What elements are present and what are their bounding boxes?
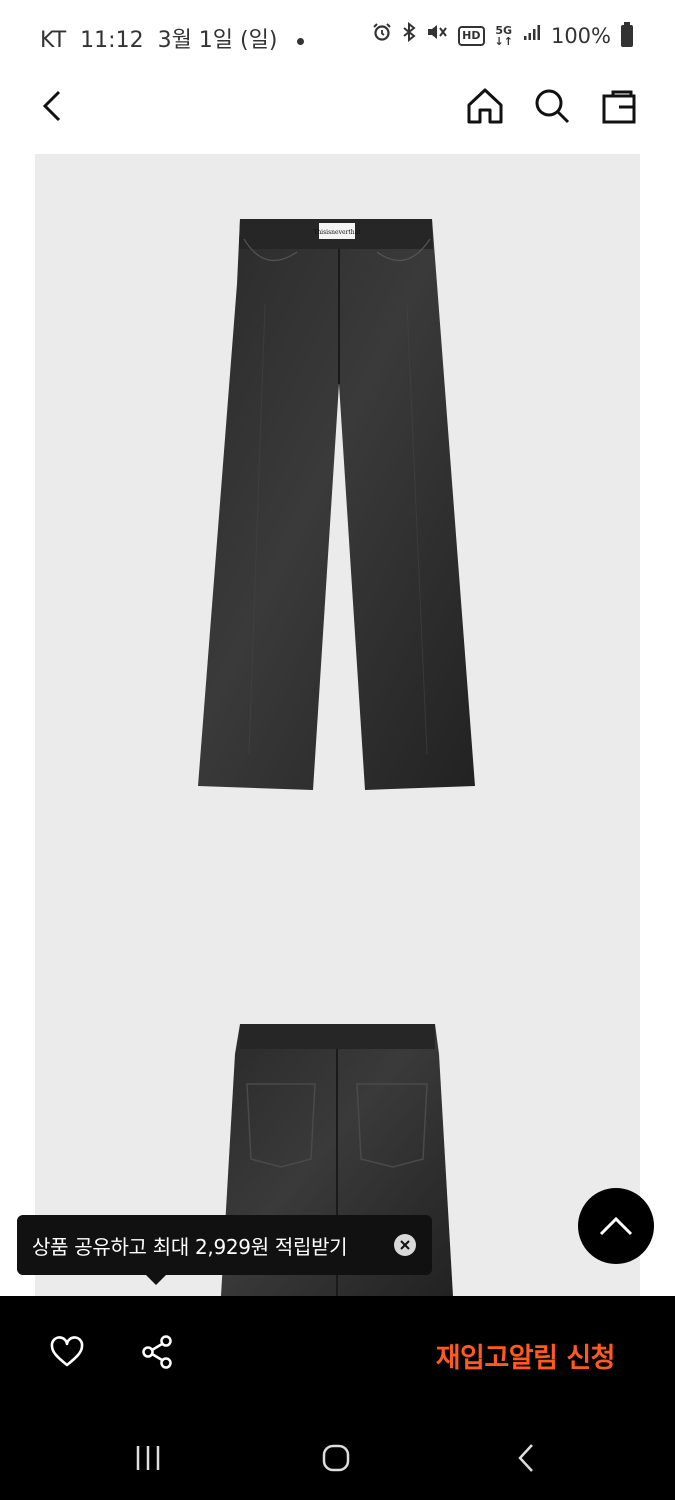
carrier-label: KT (40, 28, 67, 53)
recent-apps-button[interactable] (128, 1438, 168, 1478)
share-reward-tooltip: 상품 공유하고 최대 2,929원 적립받기 (17, 1215, 432, 1285)
nav-back-button[interactable] (506, 1438, 546, 1478)
tooltip-close-button[interactable] (394, 1234, 416, 1256)
signal-icon (523, 23, 541, 48)
5g-icon: 5G ↓↑ (494, 23, 513, 48)
status-right: HD 5G ↓↑ 100% (372, 21, 633, 49)
restock-alert-button[interactable]: 재입고알림 신청 (436, 1336, 616, 1375)
alarm-icon (372, 22, 392, 49)
status-bar: KT 11:12 3월 1일 (일) HD 5G ↓↑ 100% (0, 0, 675, 72)
chevron-up-icon (599, 1216, 633, 1236)
tooltip-arrow (146, 1275, 166, 1285)
bluetooth-icon (402, 21, 416, 49)
back-button[interactable] (30, 84, 74, 128)
nav-back-icon (518, 1444, 533, 1472)
home-button[interactable] (463, 84, 507, 128)
search-icon (535, 89, 570, 124)
heart-icon (50, 1336, 84, 1367)
home-icon (467, 88, 503, 124)
status-left: KT 11:12 3월 1일 (일) (40, 22, 305, 54)
back-icon (42, 90, 61, 122)
tooltip-text: 상품 공유하고 최대 2,929원 적립받기 (32, 1234, 348, 1259)
svg-text:Thisisneverthat: Thisisneverthat (313, 229, 361, 236)
shopping-bag-icon (602, 90, 636, 124)
search-button[interactable] (530, 84, 574, 128)
home-circle-icon (322, 1444, 350, 1472)
product-image-gallery[interactable]: Thisisneverthat (35, 154, 640, 1296)
system-nav-bar (0, 1416, 675, 1500)
hd-icon: HD (458, 25, 485, 46)
home-nav-button[interactable] (316, 1438, 356, 1478)
battery-percent: 100% (550, 23, 611, 48)
bottom-action-bar: 재입고알림 신청 (0, 1296, 675, 1416)
network-label: 5G (495, 23, 513, 37)
shopping-bag-button[interactable] (597, 84, 641, 128)
wishlist-button[interactable] (45, 1330, 89, 1374)
close-icon (400, 1240, 410, 1250)
share-button[interactable] (135, 1330, 179, 1374)
clock-label: 11:12 (80, 28, 144, 53)
notification-dot-icon (297, 37, 305, 45)
date-label: 3월 1일 (일) (157, 28, 278, 53)
mute-icon (426, 22, 448, 49)
jeans-front-image: Thisisneverthat (198, 219, 475, 1296)
share-icon (142, 1335, 172, 1369)
battery-icon (621, 21, 633, 47)
scroll-to-top-button[interactable] (578, 1188, 654, 1264)
recent-apps-icon (136, 1446, 160, 1470)
app-header (0, 72, 675, 152)
